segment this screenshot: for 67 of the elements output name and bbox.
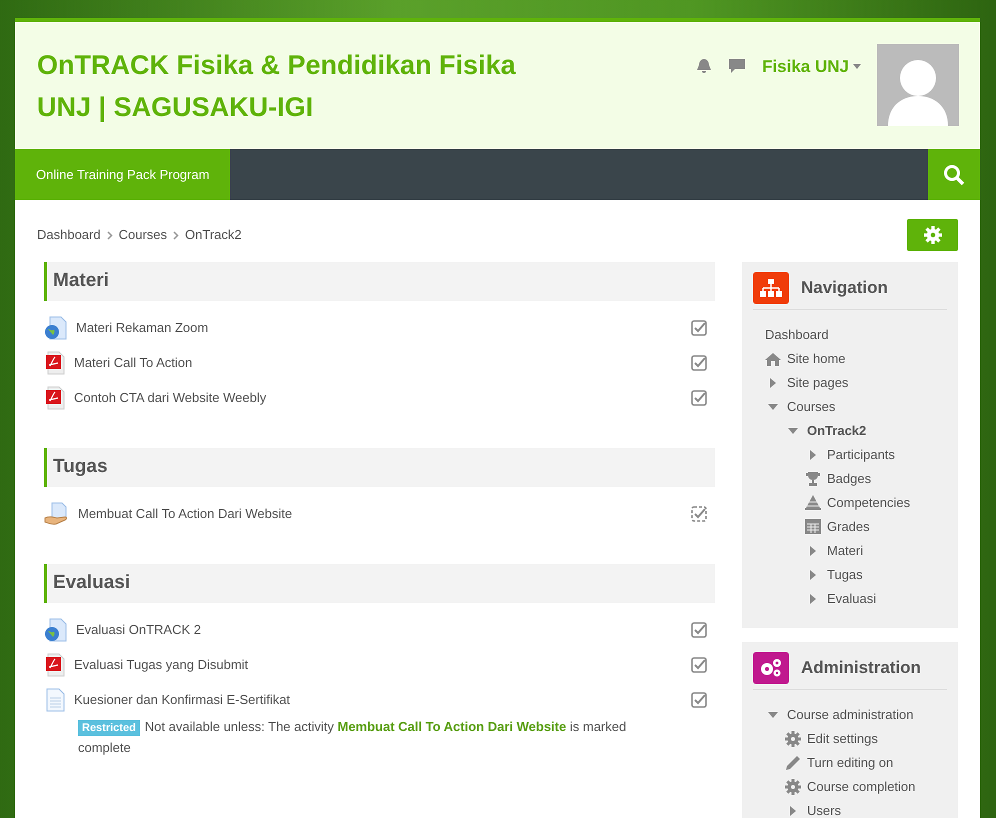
activity-link[interactable]: Evaluasi OnTRACK 2 (76, 620, 201, 640)
section-heading: Evaluasi (44, 564, 715, 603)
completion-checkbox-icon[interactable] (691, 320, 707, 336)
section-heading: Tugas (44, 448, 715, 487)
block-title: Navigation (801, 277, 888, 300)
completion-checkbox-icon[interactable] (691, 355, 707, 371)
block-title: Administration (801, 657, 921, 680)
tree-item-link[interactable]: Site pages (787, 372, 848, 392)
hand-file-icon (44, 502, 70, 526)
tree-item-link[interactable]: Site home (787, 348, 846, 368)
avatar-placeholder[interactable] (877, 44, 959, 126)
tree-item-link[interactable]: Evaluasi (827, 588, 876, 608)
pdf-file-icon (44, 653, 66, 677)
search-icon (943, 164, 965, 186)
sitemap-icon (753, 272, 789, 304)
document-icon (44, 688, 66, 712)
gears-icon (753, 652, 789, 684)
caret-down-icon (853, 64, 861, 70)
completion-checkbox-icon[interactable] (691, 390, 707, 406)
chevron-right-icon (106, 230, 113, 240)
tree-item-link[interactable]: Courses (787, 396, 836, 416)
section-heading: Materi (44, 262, 715, 301)
tree-item-link[interactable]: Edit settings (807, 728, 878, 748)
completion-checkbox-icon[interactable] (691, 622, 707, 638)
globe-file-icon (44, 618, 68, 642)
tree-item-link[interactable]: Users (807, 800, 841, 818)
activity-link[interactable]: Evaluasi Tugas yang Disubmit (74, 655, 248, 675)
breadcrumb-link[interactable]: Courses (118, 225, 168, 245)
activity-link[interactable]: Materi Call To Action (74, 353, 192, 373)
tree-item-link[interactable]: Competencies (827, 492, 910, 512)
pdf-file-icon (44, 386, 66, 410)
tree-item-link[interactable]: Badges (827, 468, 872, 488)
settings-button[interactable] (907, 219, 958, 251)
settings-icon (924, 226, 942, 244)
activity-link[interactable]: Materi Rekaman Zoom (76, 318, 208, 338)
activity-link[interactable]: Contoh CTA dari Website Weebly (74, 388, 266, 408)
trophy-icon (805, 471, 821, 486)
tree-item-link[interactable]: Tugas (827, 564, 863, 584)
tree-item-link[interactable]: Course completion (807, 776, 916, 796)
completion-checkbox-icon[interactable] (691, 506, 707, 522)
activity-link[interactable]: Kuesioner dan Konfirmasi E-Sertifikat (74, 690, 290, 710)
chat-icon[interactable] (728, 58, 746, 74)
pdf-file-icon (44, 351, 66, 375)
activity-link[interactable]: Membuat Call To Action Dari Website (338, 719, 566, 734)
breadcrumb-link[interactable]: Dashboard (37, 225, 101, 245)
tree-item-link[interactable]: OnTrack2 (807, 420, 866, 440)
tree-item-link[interactable]: Turn editing on (807, 752, 894, 772)
table-icon (805, 519, 821, 534)
gear-icon (785, 778, 801, 794)
tree-item-link[interactable]: Materi (827, 540, 864, 560)
tree-item-link[interactable]: Course administration (787, 704, 914, 724)
tree-item-link[interactable]: Participants (827, 444, 895, 464)
restriction-note: Restricted Not available unless: The activity Membuat Call To Action Dari Website is marked complete (78, 718, 628, 757)
completion-checkbox-icon[interactable] (691, 657, 707, 673)
pyramid-icon (805, 495, 821, 510)
chevron-right-icon (173, 230, 180, 240)
completion-checkbox-icon[interactable] (691, 692, 707, 708)
globe-file-icon (44, 316, 68, 340)
tree-item-link[interactable]: Grades (827, 516, 870, 536)
bell-icon[interactable] (696, 58, 712, 74)
search-button[interactable] (928, 149, 980, 200)
tree-item-link[interactable]: Dashboard (765, 324, 829, 344)
breadcrumb-link[interactable]: OnTrack2 (185, 225, 242, 245)
home-icon (765, 352, 781, 366)
pencil-icon (785, 754, 801, 770)
gear-icon (785, 730, 801, 746)
activity-link[interactable]: Membuat Call To Action Dari Website (78, 504, 292, 524)
